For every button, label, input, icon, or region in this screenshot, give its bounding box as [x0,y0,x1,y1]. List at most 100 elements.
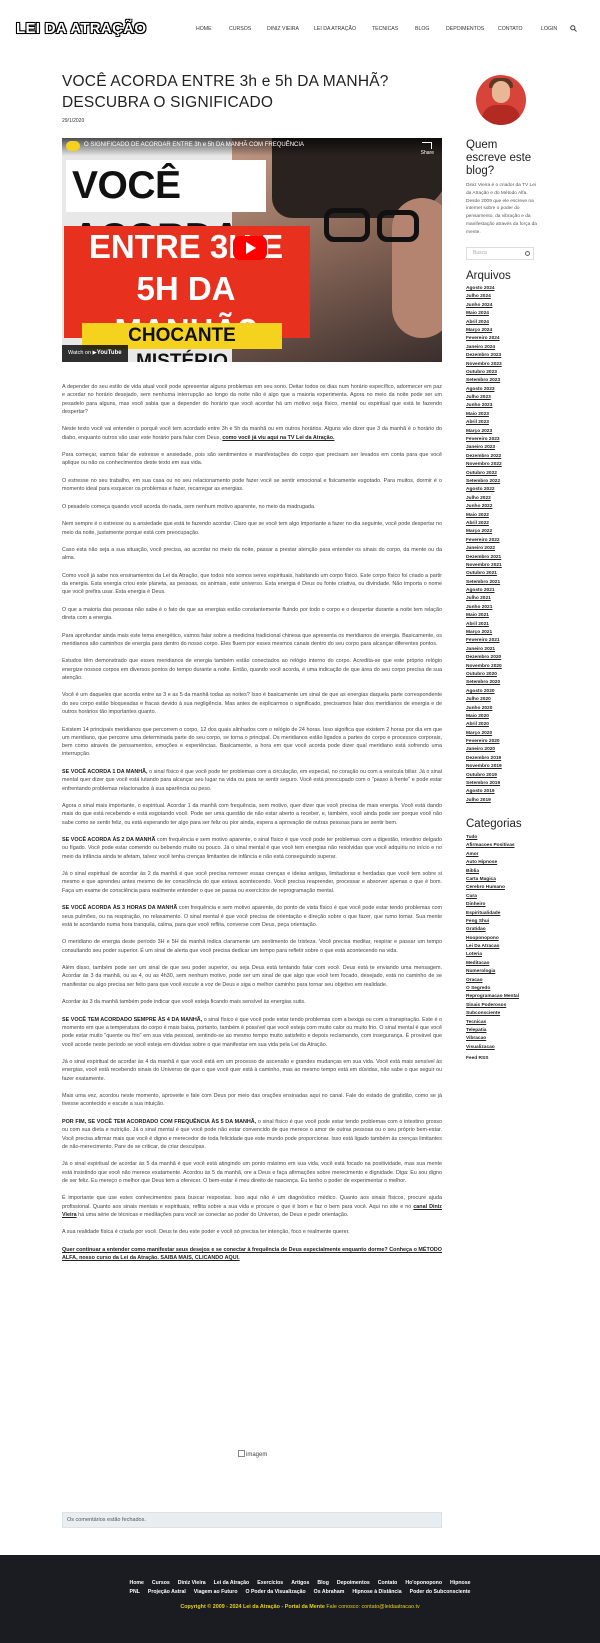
archive-link[interactable]: Setembro 2019 [466,780,502,788]
archive-link[interactable]: Janeiro 2021 [466,646,502,654]
nav-lei-da-atracao[interactable]: LEI DA ATRAÇÃO [314,26,356,32]
archive-link[interactable]: Julho 2019 [466,797,502,805]
archive-link[interactable]: Outubro 2022 [466,470,502,478]
search-icon[interactable] [525,251,530,256]
archive-link[interactable]: Junho 2024 [466,302,502,310]
archive-link[interactable]: Janeiro 2023 [466,444,502,452]
category-link[interactable]: Subconsciente [466,1010,519,1018]
category-link[interactable]: Telepatia [466,1027,519,1035]
archive-link[interactable]: Fevereiro 2022 [466,537,502,545]
archive-link[interactable]: Janeiro 2024 [466,344,502,352]
archive-link[interactable]: Setembro 2020 [466,679,502,687]
archive-link[interactable]: Setembro 2022 [466,478,502,486]
category-link[interactable]: Feng Shui [466,918,519,926]
nav-home[interactable]: Home [196,26,212,32]
archive-link[interactable]: Maio 2021 [466,612,502,620]
archive-link[interactable]: Abril 2020 [466,721,502,729]
category-link[interactable]: Carta Magica [466,876,519,884]
category-link[interactable]: Loteria [466,951,519,959]
archive-link[interactable]: Junho 2021 [466,604,502,612]
archive-link[interactable]: Setembro 2023 [466,377,502,385]
archive-link[interactable]: Julho 2024 [466,293,502,301]
video-title[interactable]: O SIGNIFICADO DE ACORDAR ENTRE 3h e 5h D… [84,142,304,148]
archive-link[interactable]: Agosto 2020 [466,688,502,696]
archive-link[interactable]: Agosto 2022 [466,486,502,494]
category-link[interactable]: Biblia [466,868,519,876]
archive-link[interactable]: Dezembro 2021 [466,554,502,562]
archive-link[interactable]: Abril 2024 [466,319,502,327]
category-link[interactable]: Tudo [466,834,519,842]
youtube-play-icon[interactable] [233,236,267,260]
archive-link[interactable]: Junho 2022 [466,503,502,511]
archive-link[interactable]: Agosto 2023 [466,386,502,394]
archive-link[interactable]: Agosto 2021 [466,587,502,595]
archive-link[interactable]: Abril 2021 [466,621,502,629]
archive-link[interactable]: Março 2020 [466,730,502,738]
archive-link[interactable]: Junho 2023 [466,402,502,410]
archive-link[interactable]: Dezembro 2022 [466,453,502,461]
category-link[interactable]: Dinheiro [466,901,519,909]
footer-link[interactable]: Contato [378,1580,398,1586]
footer-link[interactable]: Blog [317,1580,329,1586]
archive-link[interactable]: Março 2024 [466,327,502,335]
category-link[interactable]: Gratidao [466,926,519,934]
archive-link[interactable]: Fevereiro 2021 [466,637,502,645]
archive-link[interactable]: Dezembro 2019 [466,755,502,763]
archive-link[interactable]: Dezembro 2020 [466,654,502,662]
archive-link[interactable]: Julho 2020 [466,696,502,704]
archive-link[interactable]: Outubro 2019 [466,772,502,780]
category-link[interactable]: Afirmacoes Positivas [466,842,519,850]
footer-link[interactable]: Viagem ao Futuro [194,1589,238,1595]
cta-link[interactable]: Quer continuar a entender como manifesta… [62,1247,442,1261]
contact-link[interactable]: Fale conosco: contato@leidaatracao.tv [326,1604,419,1610]
share-button[interactable]: Share [421,142,434,157]
footer-link[interactable]: Home [130,1580,144,1586]
category-link[interactable]: Visualizacao [466,1044,519,1052]
footer-link[interactable]: Hipnose à Distância [352,1589,401,1595]
channel-avatar-icon[interactable] [66,141,80,151]
category-link[interactable]: O Segredo [466,985,519,993]
category-link[interactable]: Amor [466,851,519,859]
footer-link[interactable]: Poder do Subconsciente [410,1589,471,1595]
archive-link[interactable]: Março 2021 [466,629,502,637]
category-link[interactable]: Hooponopono [466,935,519,943]
nav-login[interactable]: LOGIN [541,26,557,32]
footer-link[interactable]: PNL [130,1589,140,1595]
archive-link[interactable]: Janeiro 2022 [466,545,502,553]
archive-link[interactable]: Fevereiro 2020 [466,738,502,746]
archive-link[interactable]: Março 2023 [466,428,502,436]
footer-link[interactable]: Depoimentos [337,1580,370,1586]
nav-contato[interactable]: CONTATO [498,26,523,32]
category-link[interactable]: Reprogramacao Mental [466,993,519,1001]
nav-depoimentos[interactable]: DEPOIMENTOS [446,26,484,32]
category-link[interactable]: Tecnicas [466,1019,519,1027]
archive-link[interactable]: Março 2022 [466,528,502,536]
archive-link[interactable]: Maio 2020 [466,713,502,721]
category-link[interactable]: Espiritualidade [466,910,519,918]
category-link[interactable]: Oracao [466,977,519,985]
archive-link[interactable]: Agosto 2024 [466,285,502,293]
archive-link[interactable]: Outubro 2023 [466,369,502,377]
archive-link[interactable]: Agosto 2019 [466,788,502,796]
archive-link[interactable]: Maio 2024 [466,310,502,318]
nav-diniz-vieira[interactable]: DINIZ VIEIRA [267,26,299,32]
youtube-video-embed[interactable]: VOCÊ ACORDA ENTRE 3H E 5H DA MANHÃ? CHOC… [62,138,442,362]
archive-link[interactable]: Fevereiro 2023 [466,436,502,444]
search-icon[interactable] [570,25,577,32]
archive-link[interactable]: Janeiro 2020 [466,746,502,754]
archive-link[interactable]: Maio 2022 [466,512,502,520]
category-link[interactable]: Cerebro Humano [466,884,519,892]
category-link[interactable]: Meditacao [466,960,519,968]
footer-link[interactable]: Artigos [291,1580,309,1586]
footer-link[interactable]: Os Abraham [314,1589,345,1595]
archive-link[interactable]: Novembro 2021 [466,562,502,570]
archive-link[interactable]: Setembro 2021 [466,579,502,587]
footer-link[interactable]: Exercícios [257,1580,283,1586]
archive-link[interactable]: Abril 2023 [466,419,502,427]
archive-link[interactable]: Novembro 2019 [466,763,502,771]
category-link[interactable]: Cura [466,893,519,901]
archive-link[interactable]: Julho 2022 [466,495,502,503]
archive-link[interactable]: Outubro 2020 [466,671,502,679]
tv-link[interactable]: como você já viu aqui na TV Lei da Atraç… [222,435,334,441]
archive-link[interactable]: Fevereiro 2024 [466,335,502,343]
